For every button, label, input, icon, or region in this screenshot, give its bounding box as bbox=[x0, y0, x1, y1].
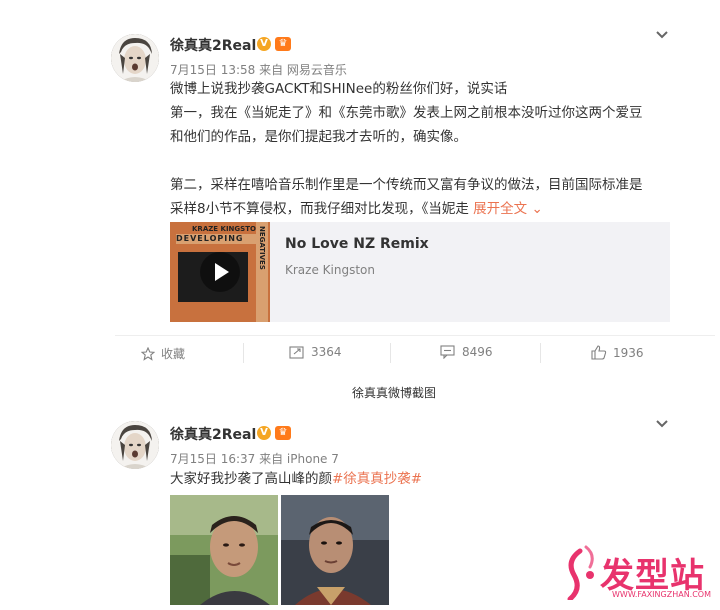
cover-title: DEVELOPING bbox=[176, 234, 256, 244]
photo-thumbnail[interactable] bbox=[170, 495, 278, 605]
like-button[interactable]: 1936 bbox=[591, 345, 644, 360]
cover-artist: KRAZE KINGSTON bbox=[192, 225, 262, 233]
divider bbox=[243, 343, 244, 363]
hashtag-link[interactable]: #徐真真抄袭# bbox=[332, 471, 422, 487]
divider bbox=[115, 335, 715, 336]
track-artist: Kraze Kingston bbox=[285, 263, 375, 277]
track-title: No Love NZ Remix bbox=[285, 236, 429, 252]
music-card[interactable]: KRAZE KINGSTON DEVELOPING NEGATIVES No L… bbox=[170, 222, 670, 322]
text-line: 和他们的作品，是你们提起我才去听的，确实像。 bbox=[170, 129, 467, 145]
text-line: 采样8小节不算侵权，而我仔细对比发现，《当妮走 展开全文 ⌄ bbox=[170, 201, 543, 217]
comment-icon bbox=[440, 345, 455, 359]
chevron-down-icon[interactable] bbox=[655, 30, 669, 40]
photo-thumbnail[interactable] bbox=[281, 495, 389, 605]
post-meta: 7月15日 13:58 来自 网易云音乐 bbox=[170, 63, 347, 77]
star-icon bbox=[141, 346, 155, 361]
text-line: 第二，采样在嘻哈音乐制作里是一个传统而又富有争议的做法，目前国际标准是 bbox=[170, 177, 643, 193]
repost-button[interactable]: 3364 bbox=[289, 345, 342, 359]
username[interactable]: 徐真真2Real bbox=[170, 35, 256, 55]
post-meta: 7月15日 16:37 来自 iPhone 7 bbox=[170, 452, 339, 466]
logo-icon bbox=[560, 545, 600, 602]
post-text: 大家好我抄袭了高山峰的颜#徐真真抄袭# bbox=[170, 467, 422, 491]
favorite-button[interactable]: 收藏 bbox=[141, 345, 185, 362]
post-text: 微博上说我抄袭GACKT和SHINee的粉丝你们好，说实话 第一，我在《当妮走了… bbox=[170, 77, 670, 221]
avatar[interactable] bbox=[111, 421, 159, 469]
text-line: 微博上说我抄袭GACKT和SHINee的粉丝你们好，说实话 bbox=[170, 81, 508, 97]
watermark-url: WWW.FAXINGZHAN.COM bbox=[612, 590, 711, 599]
comment-count: 8496 bbox=[462, 345, 493, 359]
avatar[interactable] bbox=[111, 34, 159, 82]
thumbs-up-icon bbox=[591, 345, 607, 360]
expand-link[interactable]: 展开全文 ⌄ bbox=[473, 201, 543, 217]
crown-icon: ♛ bbox=[275, 426, 291, 440]
username[interactable]: 徐真真2Real bbox=[170, 424, 256, 444]
chevron-down-icon: ⌄ bbox=[531, 201, 543, 217]
repost-count: 3364 bbox=[311, 345, 342, 359]
crown-icon: ♛ bbox=[275, 37, 291, 51]
like-count: 1936 bbox=[613, 345, 644, 360]
image-caption: 徐真真微博截图 bbox=[352, 386, 437, 400]
favorite-label: 收藏 bbox=[161, 347, 186, 361]
cover-side-text: NEGATIVES bbox=[258, 226, 266, 270]
post-text-plain: 大家好我抄袭了高山峰的颜 bbox=[170, 471, 332, 487]
verified-badge-icon: V bbox=[257, 426, 271, 440]
comment-button[interactable]: 8496 bbox=[440, 345, 493, 359]
chevron-down-icon[interactable] bbox=[655, 419, 669, 429]
play-icon[interactable] bbox=[200, 252, 240, 292]
verified-badge-icon: V bbox=[257, 37, 271, 51]
text-line: 第一，我在《当妮走了》和《东莞市歌》发表上网之前根本没听过你这两个爱豆 bbox=[170, 105, 643, 121]
divider bbox=[390, 343, 391, 363]
album-cover[interactable]: KRAZE KINGSTON DEVELOPING NEGATIVES bbox=[170, 222, 270, 322]
text-line-blank bbox=[170, 149, 670, 173]
repost-icon bbox=[289, 346, 304, 359]
divider bbox=[540, 343, 541, 363]
